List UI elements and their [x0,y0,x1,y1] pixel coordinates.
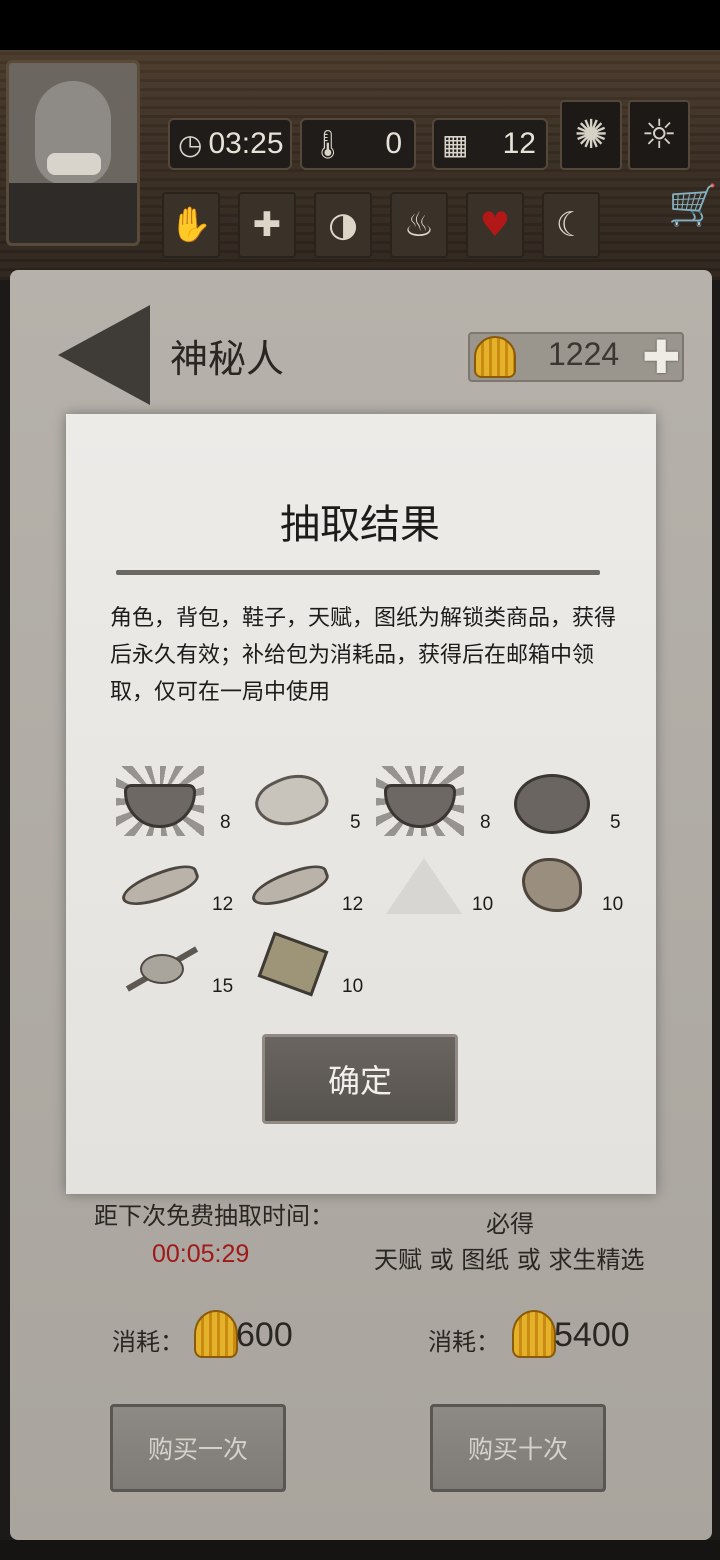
currency-value: 1224 [548,336,620,372]
item-count: 5 [610,812,621,833]
temperature-display: 🌡 0 [300,118,416,170]
clock-icon: ◷ [178,127,203,161]
meat-dish-icon [514,774,590,834]
shell-currency-icon [512,1310,556,1358]
cost-label-single: 消耗： [112,1328,184,1356]
free-draw-timer: 00:05:29 [152,1240,250,1268]
item-bowl[interactable] [116,766,206,842]
calendar-icon: ▦ [442,127,469,161]
avatar-teeth [47,153,101,175]
salt-icon [386,858,462,914]
shell-currency-icon [474,336,516,378]
shell-currency-icon [194,1310,238,1358]
item-count: 10 [472,894,494,915]
item-rock[interactable] [508,848,598,924]
sun-icon[interactable]: ☼ [628,100,690,170]
item-dried-fish[interactable] [116,848,206,924]
stomach-icon[interactable]: ◑ [314,192,372,258]
item-meat-dish[interactable] [508,766,598,842]
moon-icon[interactable]: ☾ [542,192,600,258]
add-currency-button[interactable]: ✚ [642,330,681,384]
item-count: 15 [212,976,234,997]
clock-value: 03:25 [208,127,284,160]
confirm-button[interactable]: 确定 [262,1034,458,1124]
dialog-description: 角色，背包，鞋子，天赋，图纸为解锁类商品，获得后永久有效；补给包为消耗品，获得后… [110,606,617,705]
back-arrow-icon[interactable] [58,305,150,405]
maple-leaf-icon[interactable]: ✺ [560,100,622,170]
item-count: 12 [212,894,234,915]
guarantee-label: 必得 [486,1210,534,1238]
guarantee-description: 天赋 或 图纸 或 求生精选 [374,1246,645,1274]
item-count: 12 [342,894,364,915]
bottom-edge [0,1540,720,1560]
brain-icon[interactable]: ♨ [390,192,448,258]
rock-icon [522,858,582,912]
day-value: 12 [502,127,536,160]
item-paper[interactable] [250,931,340,1008]
item-count: 8 [220,812,231,833]
day-display: ▦ 12 [432,118,548,170]
item-salt[interactable] [378,848,468,924]
dried-fish-icon [247,859,333,913]
avatar-coat [9,183,137,243]
ginseng-root-icon [248,763,334,839]
cost-label-ten: 消耗： [428,1328,500,1356]
page-title: 神秘人 [170,337,285,381]
item-count: 8 [480,812,491,833]
shopping-cart-icon[interactable]: 🛒 [668,182,718,229]
buy-ten-button[interactable]: 购买十次 [430,1404,606,1492]
hand-icon[interactable]: ✋ [162,192,220,258]
item-herb[interactable] [116,932,206,1008]
clock-display: ◷ 03:25 [168,118,292,170]
cost-single-value: 600 [236,1316,293,1354]
item-dried-fish[interactable] [246,848,336,924]
herb-icon [140,954,184,984]
status-bar [0,0,720,50]
cost-ten-value: 5400 [554,1316,630,1354]
item-ginseng-root[interactable] [246,763,336,842]
item-bowl[interactable] [376,766,466,842]
thermometer-icon: 🌡 [310,127,346,161]
temperature-value: 0 [385,127,402,160]
item-count: 10 [602,894,624,915]
item-count: 5 [350,812,361,833]
player-avatar[interactable] [6,60,140,246]
dried-fish-icon [117,859,203,913]
dialog-title: 抽取结果 [280,502,440,548]
plus-icon[interactable]: ✚ [238,192,296,258]
buy-once-button[interactable]: 购买一次 [110,1404,286,1492]
heart-icon[interactable]: ♥ [466,192,524,258]
paper-icon [257,931,329,997]
item-count: 10 [342,976,364,997]
dialog-divider [116,570,600,575]
free-draw-label: 距下次免费抽取时间： [94,1202,334,1230]
